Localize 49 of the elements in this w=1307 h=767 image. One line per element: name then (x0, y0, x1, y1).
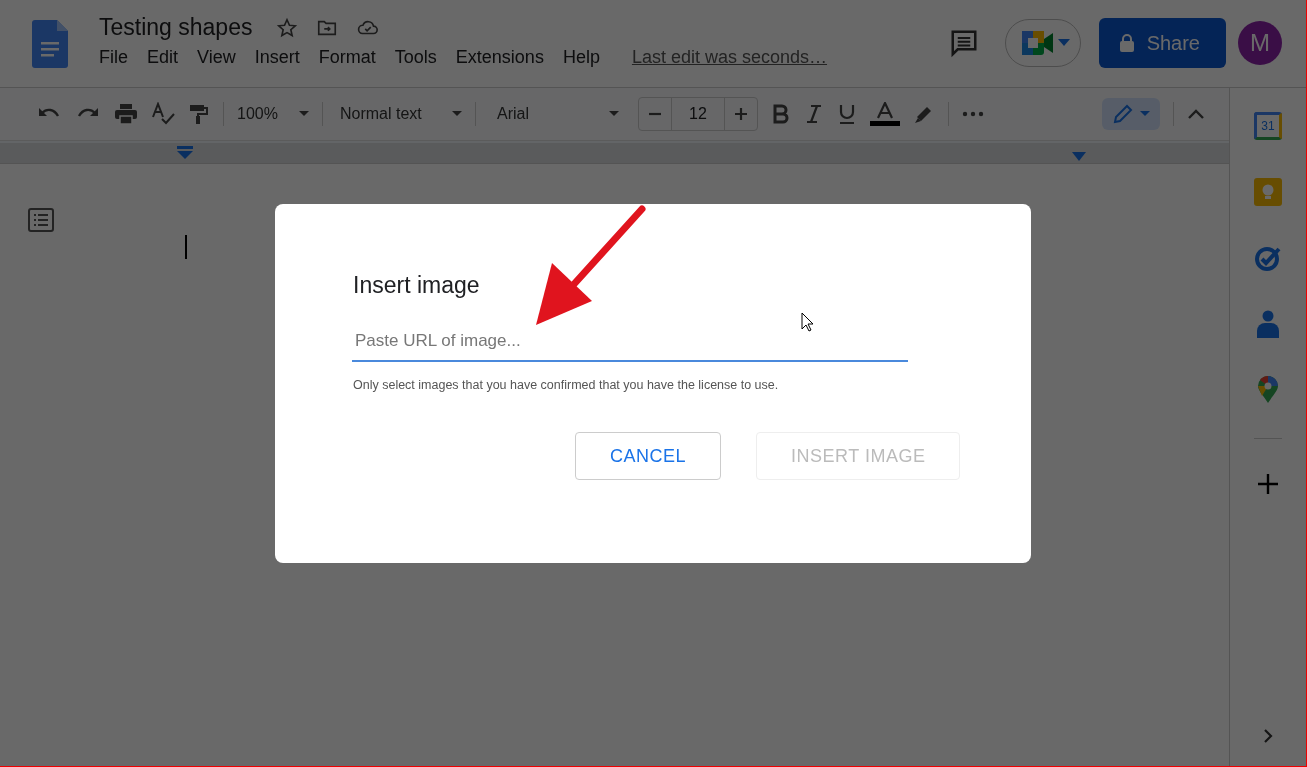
menu-item[interactable]: Format (318, 47, 387, 68)
collapse-icon[interactable] (1187, 108, 1205, 120)
add-icon[interactable] (1257, 473, 1279, 495)
menu-item[interactable]: File (99, 47, 139, 68)
print-icon[interactable] (114, 103, 138, 125)
bold-icon[interactable] (771, 104, 791, 124)
menu-item[interactable]: Help (562, 47, 611, 68)
caret-icon (299, 111, 309, 117)
caret-icon (1140, 111, 1150, 117)
outline-icon[interactable] (28, 208, 54, 232)
user-avatar[interactable]: M (1238, 21, 1282, 65)
caret-icon (452, 111, 462, 117)
calendar-icon[interactable]: 31 (1254, 112, 1282, 140)
pencil-icon (1112, 103, 1134, 125)
font-dropdown[interactable]: Arial (489, 105, 619, 123)
cancel-button[interactable]: CANCEL (575, 432, 722, 480)
editing-mode-button[interactable] (1102, 98, 1160, 130)
menu-item[interactable]: Insert (254, 47, 311, 68)
zoom-dropdown[interactable]: 100% (237, 105, 309, 123)
style-dropdown[interactable]: Normal text (336, 105, 462, 123)
menu-item[interactable]: View (197, 47, 247, 68)
menu-item[interactable]: Edit (147, 47, 190, 68)
menu-item[interactable]: Tools (394, 47, 448, 68)
mouse-pointer-icon (801, 312, 815, 332)
chevron-right-icon[interactable] (1263, 728, 1273, 744)
text-cursor (185, 235, 187, 259)
video-camera-icon (1019, 29, 1054, 57)
lock-icon (1118, 34, 1135, 52)
italic-icon[interactable] (804, 104, 824, 124)
task-check-icon[interactable] (1254, 244, 1282, 272)
document-title[interactable]: Testing shapes (99, 14, 253, 41)
underline-icon[interactable] (837, 103, 857, 125)
share-button[interactable]: Share (1098, 18, 1226, 68)
document-logo-icon[interactable] (32, 20, 68, 68)
menu-item[interactable]: Extensions (455, 47, 555, 68)
last-edit-link[interactable]: Last edit was seconds… (631, 47, 828, 68)
indent-marker-icon[interactable] (176, 146, 194, 160)
caret-icon (1057, 39, 1070, 47)
indent-marker-icon[interactable] (1072, 152, 1086, 162)
dialog-title: Insert image (353, 272, 481, 299)
text-color-icon[interactable] (870, 102, 900, 126)
spellcheck-icon[interactable] (151, 102, 175, 126)
paint-format-icon[interactable] (188, 103, 210, 125)
star-icon[interactable] (276, 16, 299, 39)
more-icon[interactable] (962, 111, 984, 117)
license-note: Only select images that you have confirmed that you have the license to use. (353, 378, 780, 392)
caret-icon (609, 111, 619, 117)
person-icon[interactable] (1256, 310, 1280, 338)
map-pin-icon[interactable] (1257, 376, 1279, 404)
